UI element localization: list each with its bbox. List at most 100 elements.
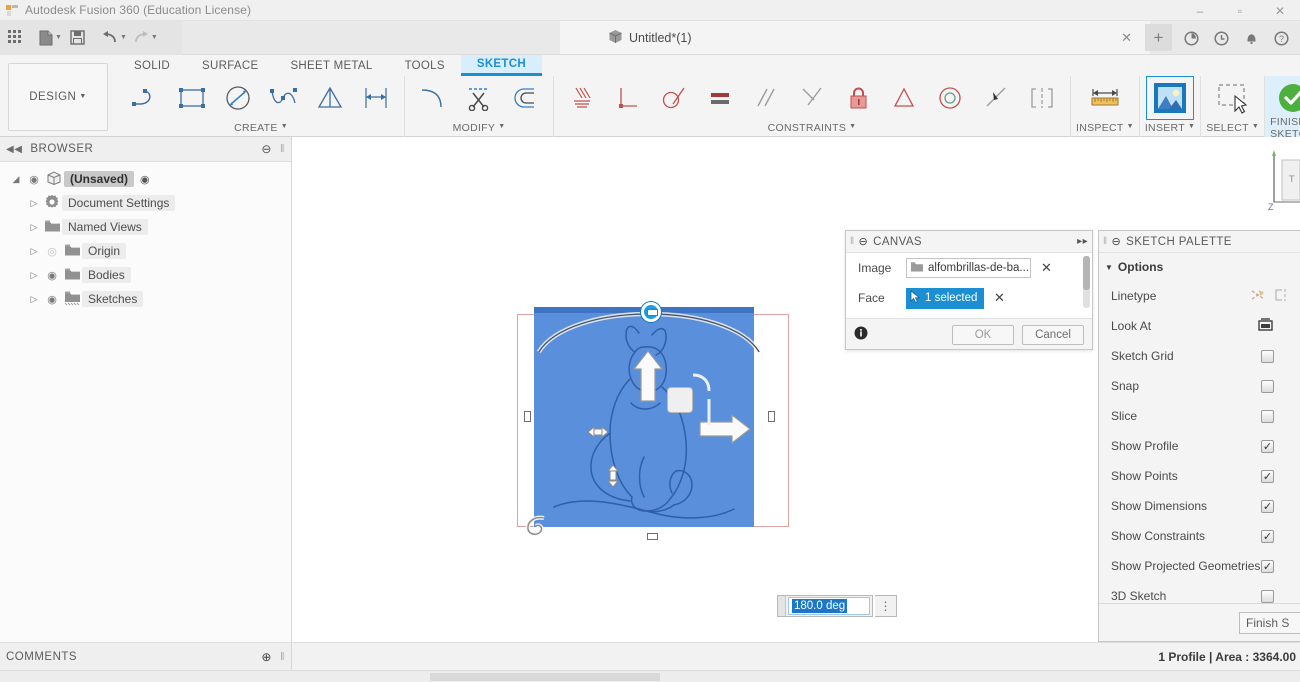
tab-sheet-metal[interactable]: SHEET METAL — [274, 55, 388, 76]
canvas-dialog-scrollbar[interactable] — [1083, 256, 1090, 308]
constraint-fix-lock-icon[interactable] — [835, 77, 881, 119]
measure-ruler-icon[interactable] — [1082, 77, 1128, 119]
select-cursor-icon[interactable] — [1210, 77, 1256, 119]
canvas-dialog[interactable]: ‖ ⊖ CANVAS ▸▸ Image alfombrillas-de-ba..… — [845, 230, 1093, 350]
rotation-angle-input[interactable]: 180.0 deg — [777, 595, 873, 617]
scale-horizontal-gizmo[interactable] — [586, 423, 610, 441]
minimize-panel-icon[interactable]: ⊖ — [261, 142, 272, 156]
dialog-collapse-icon[interactable]: ⊖ — [1112, 235, 1122, 248]
show-projected-geometries-checkbox[interactable]: ✓ — [1261, 559, 1274, 573]
expand-arrow-icon[interactable]: ▷ — [26, 294, 42, 305]
sidebar-item-sketches[interactable]: ▷ ◉ Sketches — [0, 287, 291, 311]
tab-surface[interactable]: SURFACE — [186, 55, 274, 76]
canvas-handle-left[interactable] — [524, 411, 531, 422]
tab-sketch[interactable]: SKETCH — [460, 55, 542, 76]
panel-inspect-label[interactable]: INSPECT ▼ — [1076, 120, 1134, 135]
info-icon[interactable] — [854, 326, 868, 343]
undo-caret[interactable]: ▼ — [120, 34, 127, 41]
canvas-face-clear-icon[interactable]: ✕ — [994, 290, 1005, 306]
redo-icon[interactable]: ▼ — [130, 21, 161, 55]
visibility-eye-off-icon[interactable]: ◎ — [42, 245, 62, 258]
panel-finish-sketch-label[interactable]: FINISH SKETCH — [1270, 116, 1300, 140]
redo-caret[interactable]: ▼ — [151, 34, 158, 41]
sidebar-item-bodies[interactable]: ▷ ◉ Bodies — [0, 263, 291, 287]
palette-row-show-points[interactable]: Show Points ✓ — [1099, 461, 1300, 491]
palette-row-look-at[interactable]: Look At — [1099, 311, 1300, 341]
move-up-arrow-gizmo[interactable] — [631, 345, 665, 405]
sketch-dimension-icon[interactable] — [353, 77, 399, 119]
close-button[interactable]: ✕ — [1260, 0, 1300, 21]
dialog-collapse-icon[interactable]: ⊖ — [859, 235, 869, 248]
canvas-dialog-header[interactable]: ‖ ⊖ CANVAS ▸▸ — [846, 231, 1092, 252]
expand-arrow-icon[interactable]: ▷ — [26, 222, 42, 233]
rotation-spiral-handle[interactable] — [524, 512, 550, 538]
canvas-image-field[interactable]: alfombrillas-de-ba... — [906, 258, 1031, 278]
app-grid-icon[interactable] — [2, 21, 28, 55]
sketch-circle-icon[interactable] — [215, 77, 261, 119]
panel-grip-icon[interactable]: ‖ — [280, 143, 285, 155]
cat-line-drawing-canvas[interactable] — [534, 307, 762, 527]
panel-grip-icon[interactable]: ‖ — [280, 651, 285, 663]
constraint-equal-icon[interactable] — [697, 77, 743, 119]
constraint-midpoint-icon[interactable] — [881, 77, 927, 119]
sketch-grid-checkbox[interactable] — [1261, 349, 1274, 363]
dialog-grip-icon[interactable]: ‖ — [850, 236, 855, 247]
sketch-offset-icon[interactable] — [502, 77, 548, 119]
help-icon[interactable]: ? — [1266, 21, 1296, 55]
sidebar-item-origin[interactable]: ▷ ◎ Origin — [0, 239, 291, 263]
slice-checkbox[interactable] — [1261, 409, 1274, 423]
notifications-icon[interactable] — [1236, 21, 1266, 55]
palette-row-show-profile[interactable]: Show Profile ✓ — [1099, 431, 1300, 461]
palette-row-show-constraints[interactable]: Show Constraints ✓ — [1099, 521, 1300, 551]
component-activate-radio[interactable]: ◉ — [140, 173, 150, 186]
palette-row-slice[interactable]: Slice — [1099, 401, 1300, 431]
minimize-button[interactable]: – — [1180, 0, 1220, 21]
linetype-centerline-icon[interactable] — [1272, 288, 1288, 305]
expand-arrow-icon[interactable]: ▷ — [26, 270, 42, 281]
insert-canvas-image-icon[interactable] — [1146, 76, 1195, 120]
collapse-left-icon[interactable]: ◀◀ — [6, 144, 22, 155]
panel-constraints-label[interactable]: CONSTRAINTS ▼ — [768, 120, 857, 135]
constraint-coincident-icon[interactable] — [973, 77, 1019, 119]
three-d-sketch-checkbox[interactable] — [1261, 589, 1274, 603]
palette-row-show-projected-geometries[interactable]: Show Projected Geometries ✓ — [1099, 551, 1300, 581]
ok-button[interactable]: OK — [952, 324, 1014, 345]
constraint-symmetry-icon[interactable] — [1019, 77, 1065, 119]
panel-insert-label[interactable]: INSERT ▼ — [1145, 120, 1195, 135]
finish-sketch-check-icon[interactable] — [1270, 77, 1300, 119]
canvas-image-clear-icon[interactable]: ✕ — [1041, 260, 1052, 276]
undo-icon[interactable]: ▼ — [99, 21, 130, 55]
canvas-handle-bottom[interactable] — [647, 533, 658, 540]
dialog-expand-icon[interactable]: ▸▸ — [1077, 236, 1088, 247]
sketch-trim-icon[interactable] — [456, 77, 502, 119]
panel-select-label[interactable]: SELECT ▼ — [1206, 120, 1259, 135]
canvas-handle-right[interactable] — [768, 411, 775, 422]
view-cube[interactable]: T Z — [1260, 142, 1300, 235]
tab-solid[interactable]: SOLID — [118, 55, 186, 76]
sketch-rectangle-icon[interactable] — [169, 77, 215, 119]
palette-row-sketch-grid[interactable]: Sketch Grid — [1099, 341, 1300, 371]
constraint-horizontal-vertical-icon[interactable] — [559, 77, 605, 119]
document-tab[interactable]: Untitled*(1) ✕ — [560, 21, 1150, 55]
new-tab-button[interactable]: + — [1145, 24, 1172, 51]
expand-arrow-icon[interactable]: ▷ — [26, 198, 42, 209]
constraint-concentric-icon[interactable] — [927, 77, 973, 119]
snap-checkbox[interactable] — [1261, 379, 1274, 393]
sketch-fillet-icon[interactable] — [410, 77, 456, 119]
dialog-grip-icon[interactable]: ‖ — [1103, 236, 1108, 247]
sketch-palette[interactable]: ‖ ⊖ SKETCH PALETTE ▼ Options Linetype Lo… — [1098, 230, 1300, 642]
palette-row-linetype[interactable]: Linetype — [1099, 281, 1300, 311]
sidebar-item-document-settings[interactable]: ▷ Document Settings — [0, 191, 291, 215]
canvas-handle-top[interactable] — [647, 309, 658, 316]
angle-input-field[interactable]: 180.0 deg — [788, 597, 870, 615]
add-comment-icon[interactable]: ⊕ — [261, 650, 272, 664]
workspace-switcher-button[interactable]: DESIGN ▼ — [8, 63, 108, 131]
sketch-mirror-icon[interactable] — [307, 77, 353, 119]
scale-vertical-gizmo[interactable] — [604, 463, 622, 489]
visibility-eye-icon[interactable]: ◉ — [42, 293, 62, 306]
palette-row-show-dimensions[interactable]: Show Dimensions ✓ — [1099, 491, 1300, 521]
expand-arrow-icon[interactable]: ◢ — [8, 174, 24, 185]
expand-arrow-icon[interactable]: ▷ — [26, 246, 42, 257]
look-at-icon[interactable] — [1257, 317, 1274, 335]
sidebar-item-unsaved[interactable]: ◢ ◉ (Unsaved) ◉ — [0, 167, 291, 191]
